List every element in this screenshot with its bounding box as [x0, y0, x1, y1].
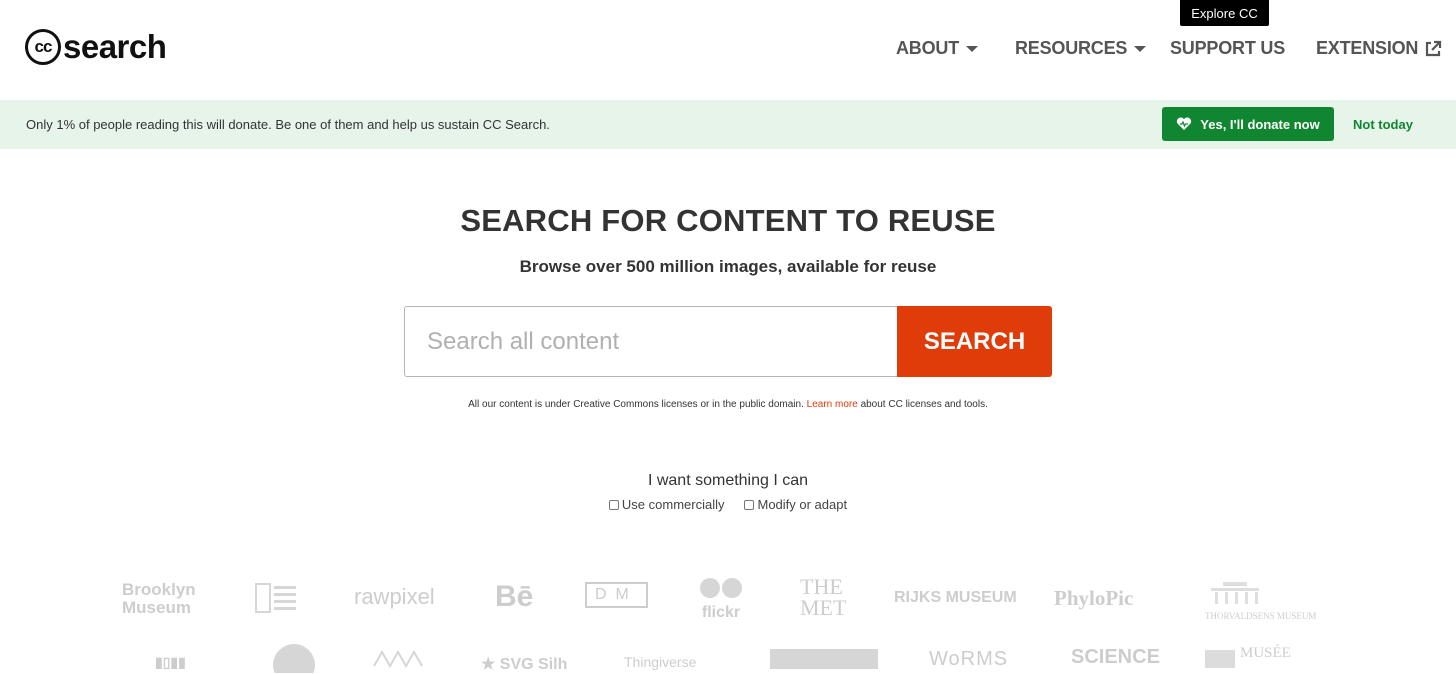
partial-logo-1[interactable]: ▮▯▮▮ — [155, 654, 186, 671]
rijks-museum-logo[interactable]: RIJKS MUSEUM — [894, 589, 1017, 607]
nav-extension[interactable]: EXTENSION — [1316, 38, 1442, 59]
svg-silh-logo[interactable]: ★ SVG Silh — [481, 654, 567, 674]
chevron-down-icon — [966, 45, 978, 52]
brooklyn-label: Brooklyn — [122, 580, 196, 599]
nav-resources-label: RESOURCES — [1015, 38, 1128, 58]
the-label: THE — [800, 574, 843, 599]
wave-logo-icon[interactable] — [372, 648, 426, 668]
not-today-link[interactable]: Not today — [1353, 117, 1413, 132]
nav-resources[interactable]: RESOURCES — [1015, 38, 1147, 59]
flickr-label: flickr — [701, 604, 741, 621]
source-logos: Brooklyn Museum rawpixel Bē DM flickr TH… — [0, 570, 1456, 673]
museum-label: Museum — [122, 598, 191, 617]
donation-banner: Only 1% of people reading this will dona… — [0, 100, 1456, 149]
the-met-logo[interactable]: THE MET — [800, 574, 847, 620]
science-logo[interactable]: SCIENCE — [1071, 646, 1160, 669]
dark-banner-logo[interactable] — [770, 649, 878, 669]
met-label: MET — [800, 595, 847, 620]
flickr-logo[interactable]: flickr — [697, 577, 745, 622]
thingiverse-logo[interactable]: Thingiverse — [624, 654, 696, 670]
explore-cc-tooltip: Explore CC — [1180, 0, 1269, 26]
external-link-icon — [1426, 40, 1442, 56]
thorvaldsens-label: THORVALDSENS MUSEUM — [1205, 611, 1317, 621]
cc-logo-icon: cc — [25, 29, 61, 65]
license-filters: Use commercially Modify or adapt — [0, 497, 1456, 512]
page-subtitle: Browse over 500 million images, availabl… — [519, 257, 937, 276]
modify-or-adapt-checkbox[interactable] — [744, 499, 755, 510]
nav-support-us-label: SUPPORT US — [1170, 38, 1286, 58]
rawpixel-logo[interactable]: rawpixel — [354, 584, 435, 610]
filter-title: I want something I can — [647, 472, 809, 489]
license-note-text-end: about CC licenses and tools. — [860, 399, 988, 410]
twitter-icon[interactable] — [272, 643, 316, 673]
worms-logo[interactable]: WoRMS — [929, 648, 1008, 671]
license-note-text: All our content is under Creative Common… — [468, 399, 804, 410]
phylopic-logo[interactable]: PhyloPic — [1054, 586, 1133, 611]
use-commercially-checkbox[interactable] — [608, 499, 619, 510]
nav-extension-label: EXTENSION — [1316, 38, 1419, 58]
musee-square-icon — [1205, 650, 1235, 668]
logo-text: search — [63, 28, 167, 65]
modify-or-adapt-label: Modify or adapt — [757, 497, 848, 512]
donate-button-label: Yes, I'll donate now — [1200, 116, 1320, 132]
site-header: cc search ABOUT RESOURCES SUPPORT US EXT… — [0, 0, 1456, 100]
use-commercially-option[interactable]: Use commercially — [608, 497, 725, 512]
temple-icon — [1211, 582, 1259, 604]
flickr-dots-icon — [700, 578, 742, 598]
behance-logo[interactable]: Bē — [495, 580, 533, 614]
page-title: SEARCH FOR CONTENT TO REUSE — [460, 203, 996, 238]
heart-icon — [1177, 117, 1192, 130]
nav-support-us[interactable]: SUPPORT US — [1170, 38, 1285, 59]
use-commercially-label: Use commercially — [621, 497, 725, 512]
search-input[interactable] — [404, 306, 898, 377]
musee-logo[interactable]: MUSÉE — [1240, 645, 1291, 662]
dm-logo[interactable]: DM — [585, 582, 648, 608]
brooklyn-museum-logo[interactable]: Brooklyn Museum — [122, 581, 196, 617]
thorvaldsens-museum-logo[interactable]: THORVALDSENS MUSEUM — [1205, 580, 1316, 621]
license-note: All our content is under Creative Common… — [0, 399, 1456, 410]
modify-or-adapt-option[interactable]: Modify or adapt — [744, 497, 847, 512]
nav-about-label: ABOUT — [896, 38, 959, 58]
banner-text: Only 1% of people reading this will dona… — [26, 117, 550, 132]
nav-about[interactable]: ABOUT — [896, 38, 978, 59]
learn-more-link[interactable]: Learn more — [807, 399, 858, 410]
chevron-down-icon — [1134, 45, 1147, 52]
cc-search-logo[interactable]: cc search — [25, 25, 167, 69]
donate-button[interactable]: Yes, I'll donate now — [1162, 107, 1334, 141]
search-button[interactable]: SEARCH — [897, 306, 1052, 377]
museum-building-icon[interactable] — [255, 582, 297, 614]
